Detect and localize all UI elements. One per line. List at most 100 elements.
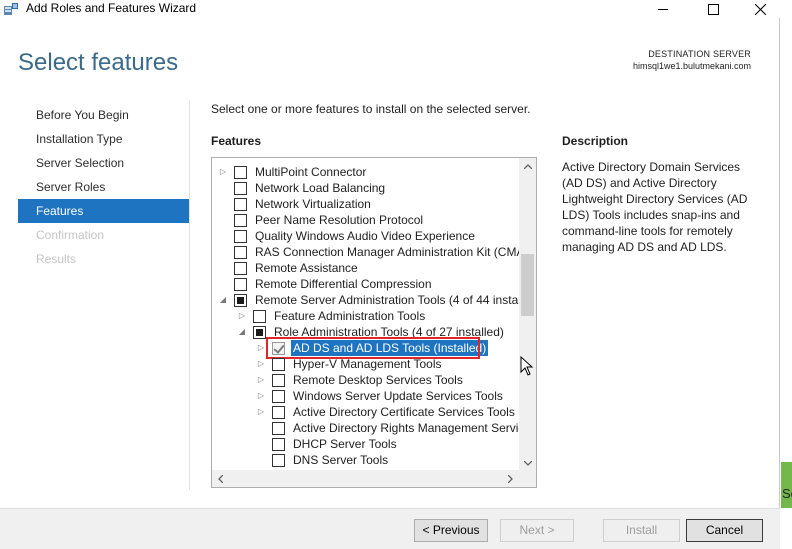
nav-item-server-selection[interactable]: Server Selection (18, 151, 189, 175)
horizontal-scrollbar[interactable] (212, 470, 519, 487)
scroll-left-button[interactable] (212, 470, 229, 487)
feature-tree-row[interactable]: Remote Differential Compression (212, 276, 518, 292)
collapsed-arrow-icon[interactable]: ▷ (256, 388, 266, 404)
chevron-left-icon (218, 474, 223, 483)
features-heading: Features (211, 134, 262, 148)
feature-label: Role Administration Tools (4 of 27 insta… (274, 325, 504, 339)
minimize-icon (657, 8, 668, 10)
feature-checkbox[interactable] (272, 454, 285, 467)
feature-tree-row[interactable]: ▷ Feature Administration Tools (212, 308, 518, 324)
nav-item-installation-type[interactable]: Installation Type (18, 127, 189, 151)
feature-tree-row[interactable]: ▷ AD DS and AD LDS Tools (Installed) (212, 337, 518, 359)
feature-checkbox[interactable] (272, 390, 285, 403)
feature-label: Remote Differential Compression (255, 277, 432, 291)
feature-tree-row[interactable]: Quality Windows Audio Video Experience (212, 228, 518, 244)
cancel-button[interactable]: Cancel (686, 519, 763, 542)
close-button[interactable] (740, 0, 780, 18)
expanded-arrow-icon[interactable]: ◢ (237, 324, 247, 340)
wizard-nav: Before You Begin Installation Type Serve… (18, 103, 189, 271)
feature-label: DHCP Server Tools (293, 437, 397, 451)
feature-tree-row[interactable]: DHCP Server Tools (212, 436, 518, 452)
feature-tree-row[interactable]: ▷ MultiPoint Connector (212, 164, 518, 180)
feature-checkbox[interactable] (234, 262, 247, 275)
scrollbar-corner (519, 470, 536, 487)
description-heading: Description (562, 134, 629, 148)
chevron-up-icon (523, 164, 532, 169)
destination-server-name: himsql1we1.bulutmekani.com (632, 61, 751, 71)
feature-label: Hyper-V Management Tools (293, 357, 442, 371)
feature-label: Active Directory Certificate Services To… (293, 405, 515, 419)
scroll-up-button[interactable] (519, 158, 536, 175)
feature-tree-row[interactable]: Network Virtualization (212, 196, 518, 212)
nav-item-before-you-begin[interactable]: Before You Begin (18, 103, 189, 127)
feature-checkbox[interactable] (272, 406, 285, 419)
feature-checkbox[interactable] (234, 294, 247, 307)
feature-tree-row[interactable]: RAS Connection Manager Administration Ki… (212, 244, 536, 260)
feature-checkbox[interactable] (234, 230, 247, 243)
collapsed-arrow-icon[interactable]: ▷ (256, 356, 266, 372)
feature-label: RAS Connection Manager Administration Ki… (255, 245, 537, 259)
minimize-button[interactable] (643, 0, 683, 18)
feature-label: Remote Desktop Services Tools (293, 373, 463, 387)
collapsed-arrow-icon[interactable]: ▷ (256, 372, 266, 388)
feature-checkbox[interactable] (272, 422, 285, 435)
vertical-scroll-thumb[interactable] (521, 254, 534, 316)
feature-tree-row[interactable]: ▷ Remote Desktop Services Tools (212, 372, 518, 388)
server-manager-icon (4, 3, 18, 15)
nav-item-results: Results (36, 252, 77, 266)
feature-tree-row[interactable]: DNS Server Tools (212, 452, 518, 468)
scroll-right-button[interactable] (502, 470, 519, 487)
feature-checkbox[interactable] (234, 198, 247, 211)
feature-label: Quality Windows Audio Video Experience (255, 229, 475, 243)
feature-label: AD DS and AD LDS Tools (Installed) (291, 340, 489, 356)
destination-server-info: DESTINATION SERVER himsql1we1.bulutmekan… (633, 48, 751, 72)
feature-label: Network Virtualization (255, 197, 371, 211)
feature-tree-row[interactable]: ▷ Windows Server Update Services Tools (212, 388, 518, 404)
feature-tree-row[interactable]: Peer Name Resolution Protocol (212, 212, 518, 228)
feature-checkbox[interactable] (234, 214, 247, 227)
feature-checkbox[interactable] (234, 182, 247, 195)
feature-tree-row[interactable]: ◢ Role Administration Tools (4 of 27 inst… (212, 324, 518, 340)
vertical-scrollbar[interactable] (519, 158, 536, 472)
expanded-arrow-icon[interactable]: ◢ (218, 292, 228, 308)
feature-checkbox[interactable] (253, 310, 266, 323)
next-button[interactable]: Next > (500, 519, 574, 542)
feature-checkbox[interactable] (234, 166, 247, 179)
description-text: Active Directory Domain Services (AD DS)… (562, 160, 748, 254)
previous-button[interactable]: < Previous (414, 519, 488, 542)
features-tree[interactable]: ▷ MultiPoint Connector Network Load Balanc… (211, 157, 537, 488)
maximize-icon (707, 3, 719, 15)
nav-item-features[interactable]: Features (18, 199, 189, 223)
nav-item-server-roles[interactable]: Server Roles (18, 175, 189, 199)
feature-checkbox[interactable] (272, 438, 285, 451)
collapsed-arrow-icon[interactable]: ▷ (256, 404, 266, 420)
feature-tree-row[interactable]: Network Load Balancing (212, 180, 518, 196)
nav-item-confirmation: Confirmation (36, 228, 105, 242)
feature-label: DNS Server Tools (293, 453, 389, 467)
chevron-right-icon (508, 474, 513, 483)
feature-checkbox[interactable] (272, 358, 285, 371)
feature-checkbox[interactable] (272, 374, 285, 387)
title-bar[interactable]: Add Roles and Features Wizard (0, 0, 780, 18)
features-tree-list: ▷ MultiPoint Connector Network Load Balanc… (212, 164, 536, 468)
collapsed-arrow-icon[interactable]: ▷ (256, 340, 266, 356)
feature-label: Active Directory Rights Management Servi… (293, 421, 537, 435)
destination-server-label: DESTINATION SERVER (648, 49, 751, 59)
feature-tree-row[interactable]: Remote Assistance (212, 260, 518, 276)
feature-tree-row[interactable]: ◢ Remote Server Administration Tools (4 o… (212, 292, 536, 308)
feature-label: Peer Name Resolution Protocol (255, 213, 424, 227)
feature-checkbox[interactable] (253, 326, 266, 339)
chevron-down-icon (523, 461, 532, 466)
install-button[interactable]: Install (603, 519, 680, 542)
maximize-button[interactable] (693, 0, 733, 18)
background-partial-text: Se (782, 486, 792, 501)
feature-tree-row[interactable]: Active Directory Rights Management Servi… (212, 420, 536, 436)
feature-label: Remote Assistance (255, 261, 358, 275)
feature-tree-row[interactable]: ▷ Hyper-V Management Tools (212, 356, 518, 372)
feature-tree-row[interactable]: ▷ Active Directory Certificate Services T… (212, 404, 518, 420)
collapsed-arrow-icon[interactable]: ▷ (237, 308, 247, 324)
feature-checkbox[interactable] (234, 278, 247, 291)
collapsed-arrow-icon[interactable]: ▷ (218, 164, 228, 180)
feature-checkbox[interactable] (272, 342, 285, 355)
feature-checkbox[interactable] (234, 246, 247, 259)
